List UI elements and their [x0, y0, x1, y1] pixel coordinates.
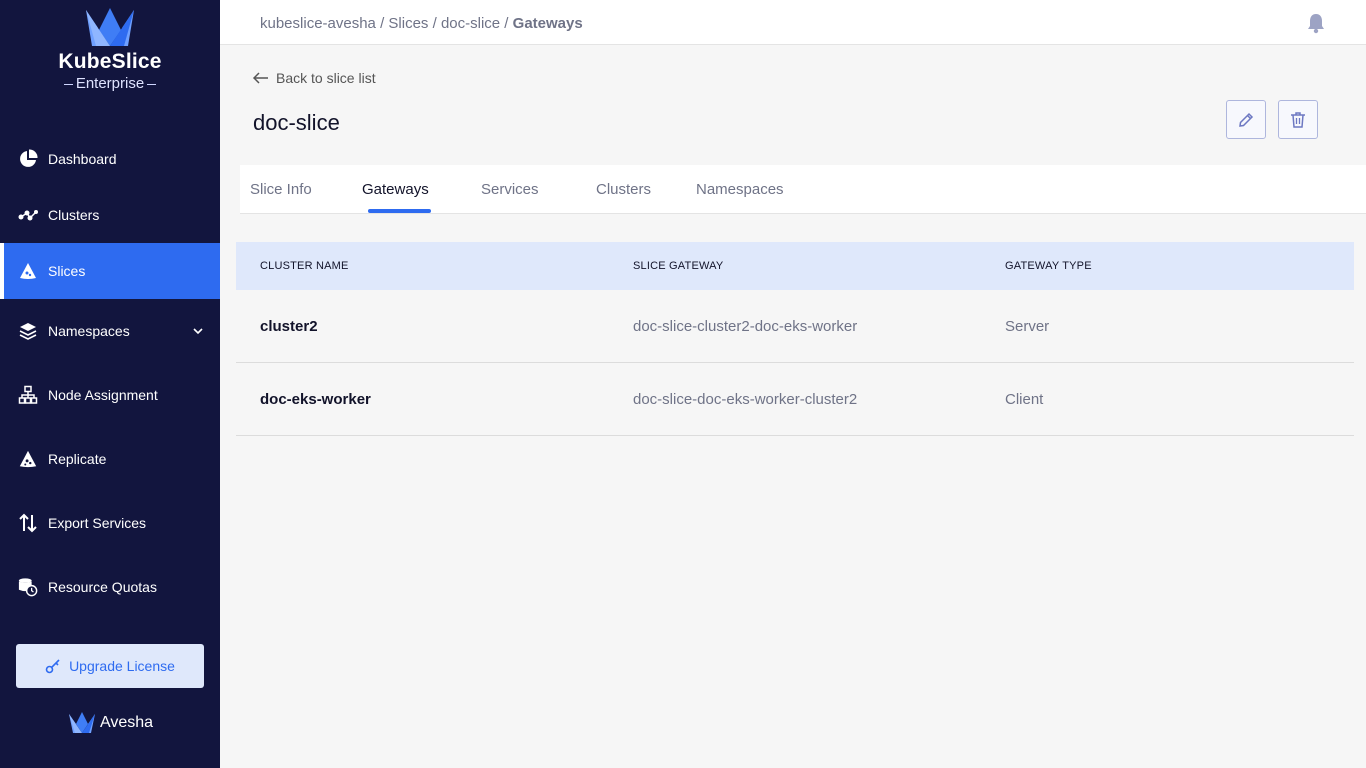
- sidebar-item-label: Slices: [48, 263, 86, 279]
- upgrade-license-button[interactable]: Upgrade License: [16, 644, 204, 688]
- chevron-down-icon[interactable]: [192, 324, 204, 340]
- tab-gateways[interactable]: Gateways: [362, 181, 429, 198]
- upgrade-license-label: Upgrade License: [69, 658, 175, 674]
- sidebar-item-namespaces[interactable]: Namespaces: [0, 303, 220, 359]
- table-header: CLUSTER NAME SLICE GATEWAY GATEWAY TYPE: [236, 242, 1354, 290]
- tab-slice-info[interactable]: Slice Info: [250, 181, 312, 198]
- table-row[interactable]: doc-eks-worker doc-slice-doc-eks-worker-…: [236, 363, 1354, 436]
- sidebar-item-label: Resource Quotas: [48, 579, 157, 595]
- avesha-logo: Avesha: [0, 712, 220, 734]
- sidebar-item-label: Replicate: [48, 451, 107, 467]
- kubeslice-logo[interactable]: KubeSlice Enterprise: [0, 8, 220, 92]
- replicate-icon: [18, 449, 38, 469]
- column-header-slice-gateway: SLICE GATEWAY: [633, 260, 724, 272]
- breadcrumb-item[interactable]: kubeslice-avesha: [260, 15, 376, 32]
- sidebar: KubeSlice Enterprise Dashboard Clusters …: [0, 0, 220, 768]
- brand-subtitle: Enterprise: [0, 75, 220, 92]
- pie-chart-icon: [18, 149, 38, 169]
- top-header: kubeslice-avesha / Slices / doc-slice / …: [220, 0, 1366, 45]
- up-down-arrows-icon: [18, 513, 38, 533]
- gateway-type-cell: Client: [1005, 391, 1044, 408]
- graph-nodes-icon: [18, 205, 38, 225]
- cluster-name-cell: doc-eks-worker: [260, 391, 371, 408]
- sidebar-item-label: Namespaces: [48, 323, 130, 339]
- arrow-left-icon: [252, 72, 268, 84]
- sidebar-item-export-services[interactable]: Export Services: [0, 495, 220, 551]
- slice-icon: [18, 261, 38, 281]
- database-clock-icon: [18, 577, 38, 597]
- breadcrumb: kubeslice-avesha / Slices / doc-slice / …: [260, 15, 583, 32]
- cluster-name-cell: cluster2: [260, 318, 318, 335]
- breadcrumb-current: Gateways: [512, 15, 583, 32]
- brand-title: KubeSlice: [58, 50, 162, 73]
- edit-button[interactable]: [1226, 100, 1266, 139]
- avesha-label: Avesha: [99, 714, 154, 731]
- layers-icon: [18, 321, 38, 341]
- tab-bar: Slice Info Gateways Services Clusters Na…: [240, 165, 1366, 214]
- gateway-type-cell: Server: [1005, 318, 1050, 335]
- sidebar-item-label: Export Services: [48, 515, 147, 531]
- breadcrumb-item[interactable]: doc-slice: [441, 15, 500, 32]
- active-tab-indicator: [368, 209, 431, 213]
- sidebar-item-dashboard[interactable]: Dashboard: [0, 131, 220, 187]
- tab-services[interactable]: Services: [481, 181, 539, 198]
- back-to-slice-list-link[interactable]: Back to slice list: [252, 70, 376, 86]
- crown-logo-icon: [86, 8, 134, 46]
- slice-gateway-cell: doc-slice-doc-eks-worker-cluster2: [633, 391, 858, 408]
- sidebar-item-label: Node Assignment: [48, 387, 158, 403]
- sidebar-item-clusters[interactable]: Clusters: [0, 187, 220, 243]
- table-row[interactable]: cluster2 doc-slice-cluster2-doc-eks-work…: [236, 290, 1354, 363]
- sidebar-item-label: Dashboard: [48, 151, 117, 167]
- page-title: doc-slice: [253, 110, 340, 135]
- trash-icon: [1291, 111, 1305, 128]
- column-header-gateway-type: GATEWAY TYPE: [1005, 260, 1092, 272]
- tab-clusters[interactable]: Clusters: [596, 181, 651, 198]
- sidebar-item-replicate[interactable]: Replicate: [0, 431, 220, 487]
- bell-icon[interactable]: [1306, 12, 1326, 39]
- gateways-table: CLUSTER NAME SLICE GATEWAY GATEWAY TYPE …: [236, 242, 1354, 436]
- hierarchy-icon: [18, 385, 38, 405]
- pencil-icon: [1239, 112, 1254, 127]
- sidebar-item-resource-quotas[interactable]: Resource Quotas: [0, 559, 220, 615]
- sidebar-item-label: Clusters: [48, 207, 100, 223]
- column-header-cluster-name: CLUSTER NAME: [260, 260, 349, 272]
- sidebar-item-node-assignment[interactable]: Node Assignment: [0, 367, 220, 423]
- key-icon: [45, 659, 60, 674]
- back-label: Back to slice list: [276, 70, 376, 86]
- delete-button[interactable]: [1278, 100, 1318, 139]
- slice-gateway-cell: doc-slice-cluster2-doc-eks-worker: [633, 318, 858, 335]
- sidebar-item-slices[interactable]: Slices: [0, 243, 220, 299]
- tab-namespaces[interactable]: Namespaces: [696, 181, 784, 198]
- avesha-crown-icon: [68, 712, 95, 733]
- breadcrumb-item[interactable]: Slices: [388, 15, 428, 32]
